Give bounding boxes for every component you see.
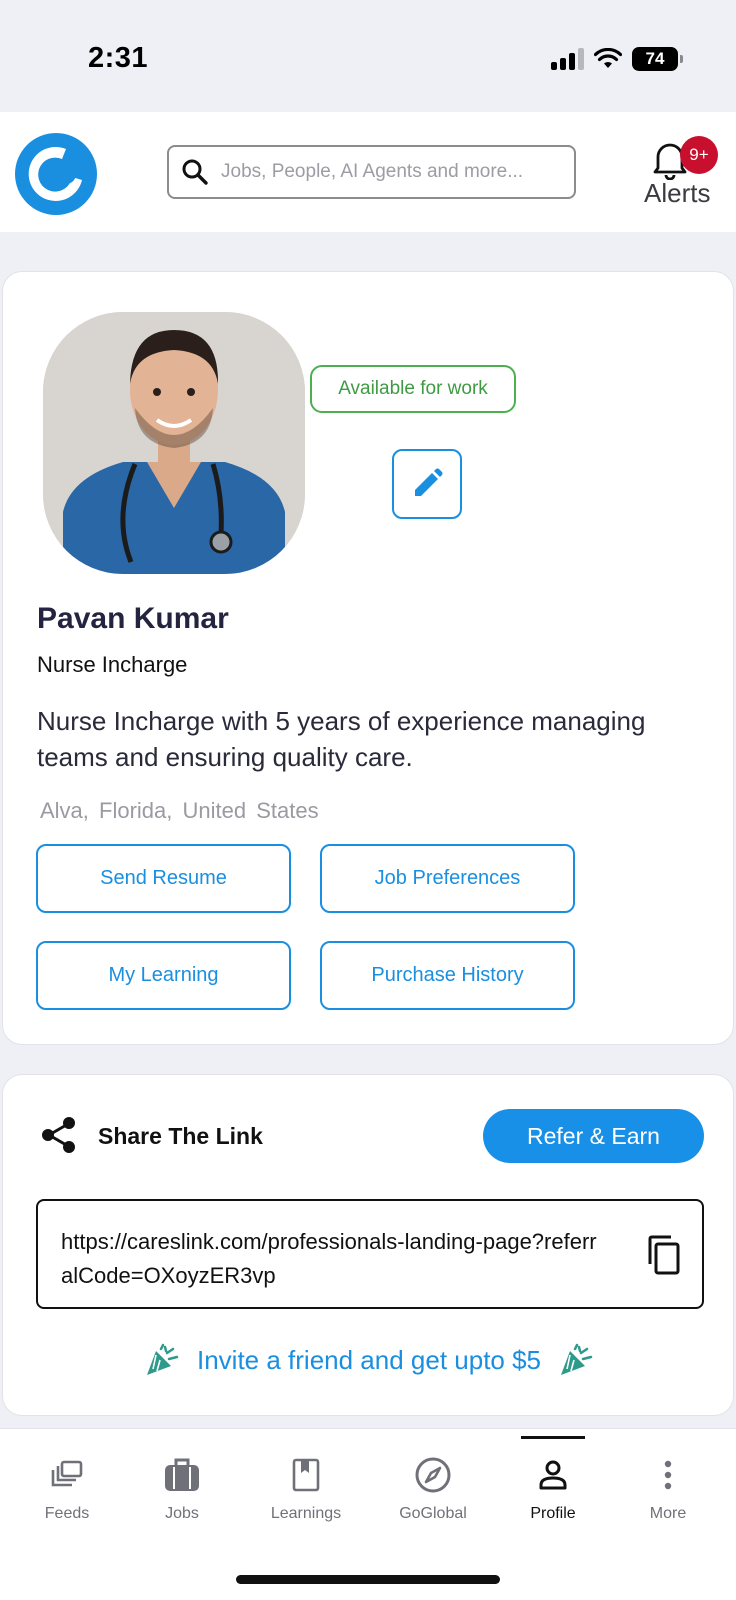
profile-name: Pavan Kumar xyxy=(37,602,229,635)
app-logo[interactable] xyxy=(14,132,98,216)
nav-active-indicator xyxy=(521,1436,585,1439)
nav-label-profile: Profile xyxy=(530,1505,576,1522)
search-input[interactable] xyxy=(221,161,561,183)
nav-label-jobs: Jobs xyxy=(165,1505,199,1522)
party-popper-icon xyxy=(561,1343,593,1375)
person-icon xyxy=(539,1460,567,1490)
bottom-nav: Feeds Jobs Learnings GoGlobal Profile Mo… xyxy=(0,1428,736,1538)
avatar[interactable] xyxy=(43,312,305,574)
refer-and-earn-button[interactable]: Refer & Earn xyxy=(483,1109,704,1163)
party-popper-icon xyxy=(146,1343,179,1375)
compass-icon xyxy=(415,1457,451,1493)
share-link-card: Share The Link Refer & Earn https://care… xyxy=(2,1074,734,1416)
status-icons: 74 xyxy=(551,44,683,74)
status-bar: 2:31 74 xyxy=(0,0,736,112)
nav-label-more: More xyxy=(649,1505,687,1522)
nav-item-more[interactable]: More xyxy=(607,1429,729,1539)
profile-title: Nurse Incharge xyxy=(37,652,188,677)
share-icon[interactable] xyxy=(39,1115,79,1155)
send-resume-button[interactable]: Send Resume xyxy=(36,844,291,913)
referral-link-box[interactable]: https://careslink.com/professionals-land… xyxy=(36,1199,704,1309)
profile-card: Available for work Pavan Kumar Nurse Inc… xyxy=(2,271,734,1045)
my-learning-button[interactable]: My Learning xyxy=(36,941,291,1010)
nav-item-feeds[interactable]: Feeds xyxy=(6,1429,128,1539)
nav-item-goglobal[interactable]: GoGlobal xyxy=(372,1429,494,1539)
nav-item-learnings[interactable]: Learnings xyxy=(245,1429,367,1539)
status-time: 2:31 xyxy=(88,42,149,74)
referral-link-text[interactable]: https://careslink.com/professionals-land… xyxy=(61,1225,601,1293)
profile-bio: Nurse Incharge with 5 years of experienc… xyxy=(37,706,646,772)
wifi-icon xyxy=(594,48,622,68)
profile-location: Alva, Florida, United States xyxy=(40,798,319,823)
app-header: 9+ Alerts xyxy=(0,112,736,232)
home-indicator[interactable] xyxy=(236,1575,500,1584)
nav-item-jobs[interactable]: Jobs xyxy=(121,1429,243,1539)
nav-label-goglobal: GoGlobal xyxy=(399,1505,467,1522)
availability-badge: Available for work xyxy=(310,365,516,413)
invite-row[interactable]: Invite a friend and get upto $5 xyxy=(3,1343,735,1377)
cellular-signal-icon xyxy=(551,48,584,70)
more-vertical-icon xyxy=(664,1460,672,1490)
share-title: Share The Link xyxy=(98,1123,263,1149)
home-indicator-area xyxy=(0,1538,736,1600)
search-bar[interactable] xyxy=(167,145,576,199)
alerts-button[interactable]: 9+ Alerts xyxy=(644,126,728,216)
invite-text[interactable]: Invite a friend and get upto $5 xyxy=(197,1345,541,1376)
copy-icon[interactable] xyxy=(644,1234,682,1276)
alerts-label: Alerts xyxy=(644,178,711,208)
avatar-photo xyxy=(43,312,305,574)
purchase-history-button[interactable]: Purchase History xyxy=(320,941,575,1010)
nav-label-learnings: Learnings xyxy=(270,1505,342,1522)
briefcase-icon xyxy=(165,1458,199,1491)
job-preferences-button[interactable]: Job Preferences xyxy=(320,844,575,913)
nav-label-feeds: Feeds xyxy=(44,1505,90,1522)
edit-profile-button[interactable] xyxy=(392,449,462,519)
feeds-icon xyxy=(51,1460,83,1487)
search-icon xyxy=(182,159,208,185)
nav-item-profile[interactable]: Profile xyxy=(492,1429,614,1539)
battery-icon: 74 xyxy=(632,47,683,71)
book-icon xyxy=(292,1458,320,1492)
alerts-count-badge: 9+ xyxy=(680,136,718,174)
edit-pencil-icon xyxy=(415,468,443,496)
